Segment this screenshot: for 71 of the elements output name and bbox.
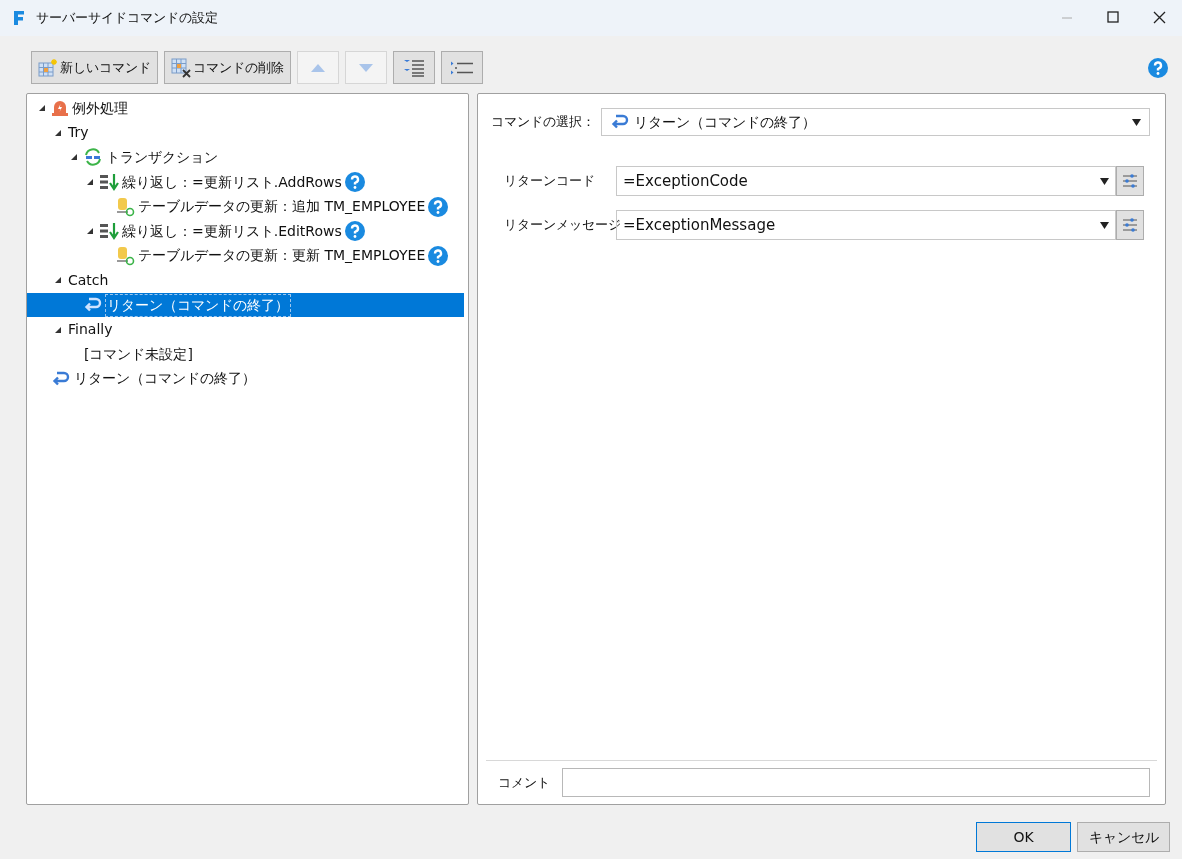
dialog-button[interactable]: キャンセル: [1077, 822, 1170, 852]
settings-button[interactable]: [1116, 166, 1144, 196]
sliders-icon: [1122, 174, 1138, 188]
list-down-arrow-icon: [99, 173, 119, 192]
tree-item[interactable]: テーブルデータの更新：更新 TM_EMPLOYEE: [27, 243, 464, 269]
expander-icon[interactable]: [54, 276, 62, 285]
field-label: リターンコード: [504, 172, 596, 191]
tree-item-label: Finally: [67, 320, 114, 340]
toolbar-button[interactable]: コマンドの削除: [164, 51, 291, 84]
expander-icon[interactable]: [86, 178, 94, 187]
tree-item-label: トランザクション: [105, 148, 219, 167]
tree-item[interactable]: Try: [27, 120, 464, 146]
new-grid-icon: [38, 57, 58, 78]
app-logo-icon: [12, 10, 26, 26]
down-arrow-icon: [358, 62, 374, 73]
expander-icon[interactable]: [38, 104, 46, 113]
tree-item[interactable]: トランザクション: [27, 145, 464, 170]
tree-item-label: 例外処理: [71, 98, 129, 118]
tree-item-label: テーブルデータの更新：追加 TM_EMPLOYEE: [137, 197, 427, 217]
tree-item-label: リターン（コマンドの終了）: [73, 369, 257, 389]
comment-field[interactable]: [562, 768, 1150, 797]
toolbar-button[interactable]: [393, 51, 435, 84]
tree-item[interactable]: リターン（コマンドの終了）: [27, 366, 464, 392]
return-arrow-icon: [610, 113, 630, 131]
help-icon[interactable]: [428, 196, 449, 217]
expander-icon[interactable]: [54, 128, 62, 137]
dialog-button[interactable]: OK: [976, 822, 1071, 852]
database-refresh-icon: [115, 196, 135, 217]
help-icon[interactable]: [344, 221, 365, 242]
return-arrow-icon: [51, 369, 71, 388]
list-icon: [450, 60, 474, 75]
value-dropdown[interactable]: =ExceptionCode: [616, 166, 1116, 196]
caret-icon: [1100, 221, 1109, 229]
tree-item-label: Catch: [67, 270, 110, 290]
tree-item[interactable]: Catch: [27, 268, 464, 293]
help-icon[interactable]: [344, 172, 365, 193]
toolbar-button[interactable]: 新しいコマンド: [31, 51, 158, 84]
tree-item[interactable]: リターン（コマンドの終了）: [27, 292, 464, 318]
tree-item-label: リターン（コマンドの終了）: [105, 293, 291, 317]
tree-item[interactable]: テーブルデータの更新：追加 TM_EMPLOYEE: [27, 194, 464, 219]
tree-item[interactable]: 例外処理: [27, 96, 464, 121]
delete-grid-icon: [171, 57, 191, 78]
settings-button[interactable]: [1116, 210, 1144, 240]
help-icon[interactable]: [1148, 57, 1168, 78]
tree-item-label: Try: [67, 123, 90, 143]
sliders-icon: [1122, 218, 1138, 232]
window-title: サーバーサイドコマンドの設定: [36, 9, 218, 28]
alarm-icon: [51, 99, 69, 118]
tree-item-label: 繰り返し：=更新リスト.AddRows: [121, 172, 343, 192]
tree-item[interactable]: 繰り返し：=更新リスト.EditRows: [27, 218, 464, 244]
expander-icon[interactable]: [54, 325, 62, 334]
up-arrow-icon: [310, 62, 326, 73]
list-down-arrow-icon: [99, 222, 119, 241]
database-refresh-icon: [115, 245, 135, 266]
tree-item[interactable]: Finally: [27, 317, 464, 342]
tree-item-label: [コマンド未設定]: [83, 344, 194, 364]
expander-icon[interactable]: [70, 153, 78, 162]
tree-item[interactable]: [コマンド未設定]: [27, 341, 464, 367]
tree-item[interactable]: 繰り返し：=更新リスト.AddRows: [27, 169, 464, 195]
tree-item-label: テーブルデータの更新：更新 TM_EMPLOYEE: [137, 246, 427, 266]
caret-icon: [1132, 118, 1141, 126]
expander-icon[interactable]: [86, 227, 94, 236]
field-label: コマンドの選択：: [491, 113, 595, 132]
toolbar-button[interactable]: [441, 51, 483, 84]
help-icon[interactable]: [428, 245, 449, 266]
caret-icon: [1100, 177, 1109, 185]
indented-list-icon: [403, 58, 425, 77]
field-label: コメント: [498, 773, 550, 792]
sync-icon: [83, 148, 103, 167]
command-dropdown[interactable]: リターン（コマンドの終了）: [601, 108, 1150, 136]
tree-item-label: 繰り返し：=更新リスト.EditRows: [121, 221, 343, 241]
